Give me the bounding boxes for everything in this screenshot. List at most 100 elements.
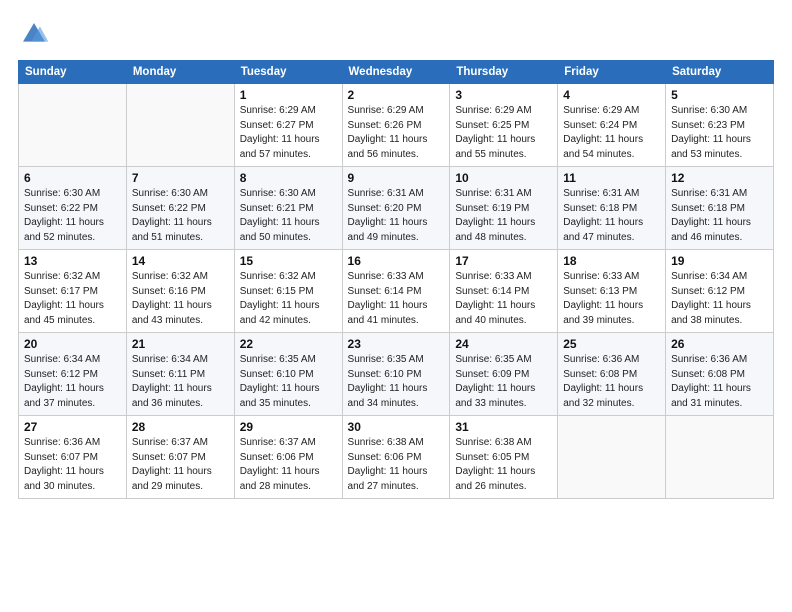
calendar-cell: 20 Sunrise: 6:34 AM Sunset: 6:12 PM Dayli…	[19, 333, 127, 416]
day-info: Sunrise: 6:32 AM Sunset: 6:17 PM Dayligh…	[24, 270, 121, 328]
day-number: 31	[455, 420, 552, 434]
day-info: Sunrise: 6:35 AM Sunset: 6:09 PM Dayligh…	[455, 353, 552, 411]
day-number: 30	[348, 420, 445, 434]
calendar-cell: 14 Sunrise: 6:32 AM Sunset: 6:16 PM Dayli…	[126, 250, 234, 333]
calendar-cell: 18 Sunrise: 6:33 AM Sunset: 6:13 PM Dayli…	[558, 250, 666, 333]
day-info: Sunrise: 6:31 AM Sunset: 6:19 PM Dayligh…	[455, 187, 552, 245]
day-info: Sunrise: 6:37 AM Sunset: 6:07 PM Dayligh…	[132, 436, 229, 494]
calendar-cell: 25 Sunrise: 6:36 AM Sunset: 6:08 PM Dayli…	[558, 333, 666, 416]
day-number: 29	[240, 420, 337, 434]
day-header-monday: Monday	[126, 61, 234, 84]
day-number: 22	[240, 337, 337, 351]
day-info: Sunrise: 6:34 AM Sunset: 6:12 PM Dayligh…	[671, 270, 768, 328]
calendar-cell: 6Sunrise: 6:30 AM Sunset: 6:22 PM Daylig…	[19, 167, 127, 250]
calendar-cell: 29 Sunrise: 6:37 AM Sunset: 6:06 PM Dayli…	[234, 416, 342, 499]
day-info: Sunrise: 6:36 AM Sunset: 6:08 PM Dayligh…	[671, 353, 768, 411]
day-info: Sunrise: 6:32 AM Sunset: 6:16 PM Dayligh…	[132, 270, 229, 328]
day-number: 26	[671, 337, 768, 351]
calendar-cell: 31 Sunrise: 6:38 AM Sunset: 6:05 PM Dayli…	[450, 416, 558, 499]
day-number: 19	[671, 254, 768, 268]
day-number: 5	[671, 88, 768, 102]
logo	[18, 18, 54, 50]
day-info: Sunrise: 6:31 AM Sunset: 6:20 PM Dayligh…	[348, 187, 445, 245]
day-number: 14	[132, 254, 229, 268]
day-number: 23	[348, 337, 445, 351]
day-number: 7	[132, 171, 229, 185]
calendar-cell	[126, 84, 234, 167]
logo-icon	[18, 18, 50, 50]
calendar-header-row: SundayMondayTuesdayWednesdayThursdayFrid…	[19, 61, 774, 84]
day-info: Sunrise: 6:30 AM Sunset: 6:23 PM Dayligh…	[671, 104, 768, 162]
day-info: Sunrise: 6:38 AM Sunset: 6:05 PM Dayligh…	[455, 436, 552, 494]
day-info: Sunrise: 6:29 AM Sunset: 6:26 PM Dayligh…	[348, 104, 445, 162]
calendar-cell: 30 Sunrise: 6:38 AM Sunset: 6:06 PM Dayli…	[342, 416, 450, 499]
day-info: Sunrise: 6:33 AM Sunset: 6:14 PM Dayligh…	[455, 270, 552, 328]
day-number: 11	[563, 171, 660, 185]
calendar-cell: 7 Sunrise: 6:30 AM Sunset: 6:22 PM Daylig…	[126, 167, 234, 250]
day-number: 27	[24, 420, 121, 434]
day-info: Sunrise: 6:34 AM Sunset: 6:12 PM Dayligh…	[24, 353, 121, 411]
day-number: 6	[24, 171, 121, 185]
week-row-3: 20 Sunrise: 6:34 AM Sunset: 6:12 PM Dayli…	[19, 333, 774, 416]
day-info: Sunrise: 6:37 AM Sunset: 6:06 PM Dayligh…	[240, 436, 337, 494]
day-info: Sunrise: 6:31 AM Sunset: 6:18 PM Dayligh…	[671, 187, 768, 245]
calendar-cell: 28 Sunrise: 6:37 AM Sunset: 6:07 PM Dayli…	[126, 416, 234, 499]
day-number: 28	[132, 420, 229, 434]
day-info: Sunrise: 6:36 AM Sunset: 6:07 PM Dayligh…	[24, 436, 121, 494]
calendar-cell: 5 Sunrise: 6:30 AM Sunset: 6:23 PM Daylig…	[666, 84, 774, 167]
day-info: Sunrise: 6:30 AM Sunset: 6:21 PM Dayligh…	[240, 187, 337, 245]
day-info: Sunrise: 6:38 AM Sunset: 6:06 PM Dayligh…	[348, 436, 445, 494]
calendar-cell	[558, 416, 666, 499]
day-number: 20	[24, 337, 121, 351]
day-info: Sunrise: 6:29 AM Sunset: 6:25 PM Dayligh…	[455, 104, 552, 162]
calendar-cell: 19 Sunrise: 6:34 AM Sunset: 6:12 PM Dayli…	[666, 250, 774, 333]
calendar-cell: 27 Sunrise: 6:36 AM Sunset: 6:07 PM Dayli…	[19, 416, 127, 499]
calendar-cell: 21 Sunrise: 6:34 AM Sunset: 6:11 PM Dayli…	[126, 333, 234, 416]
day-number: 13	[24, 254, 121, 268]
day-info: Sunrise: 6:35 AM Sunset: 6:10 PM Dayligh…	[240, 353, 337, 411]
day-number: 2	[348, 88, 445, 102]
week-row-1: 6 Sunrise: 6:30 AM Sunset: 6:22 PM Daylig…	[19, 167, 774, 250]
day-number: 24	[455, 337, 552, 351]
day-info: Sunrise: 6:29 AM Sunset: 6:24 PM Dayligh…	[563, 104, 660, 162]
day-number: 3	[455, 88, 552, 102]
day-number: 17	[455, 254, 552, 268]
day-number: 21	[132, 337, 229, 351]
week-row-4: 27 Sunrise: 6:36 AM Sunset: 6:07 PM Dayli…	[19, 416, 774, 499]
calendar-cell: 2 Sunrise: 6:29 AM Sunset: 6:26 PM Daylig…	[342, 84, 450, 167]
calendar-cell: 12 Sunrise: 6:31 AM Sunset: 6:18 PM Dayli…	[666, 167, 774, 250]
day-number: 9	[348, 171, 445, 185]
day-number: 12	[671, 171, 768, 185]
day-info: Sunrise: 6:29 AM Sunset: 6:27 PM Dayligh…	[240, 104, 337, 162]
calendar-cell: 23Sunrise: 6:35 AM Sunset: 6:10 PM Dayli…	[342, 333, 450, 416]
calendar-cell: 4Sunrise: 6:29 AM Sunset: 6:24 PM Daylig…	[558, 84, 666, 167]
day-info: Sunrise: 6:36 AM Sunset: 6:08 PM Dayligh…	[563, 353, 660, 411]
calendar-cell: 26 Sunrise: 6:36 AM Sunset: 6:08 PM Dayli…	[666, 333, 774, 416]
calendar-cell	[666, 416, 774, 499]
day-header-saturday: Saturday	[666, 61, 774, 84]
page: SundayMondayTuesdayWednesdayThursdayFrid…	[0, 0, 792, 612]
day-header-sunday: Sunday	[19, 61, 127, 84]
day-info: Sunrise: 6:30 AM Sunset: 6:22 PM Dayligh…	[132, 187, 229, 245]
calendar-cell: 17 Sunrise: 6:33 AM Sunset: 6:14 PM Dayli…	[450, 250, 558, 333]
day-number: 8	[240, 171, 337, 185]
week-row-2: 13 Sunrise: 6:32 AM Sunset: 6:17 PM Dayli…	[19, 250, 774, 333]
calendar-cell: 8 Sunrise: 6:30 AM Sunset: 6:21 PM Daylig…	[234, 167, 342, 250]
day-number: 18	[563, 254, 660, 268]
calendar-cell: 1Sunrise: 6:29 AM Sunset: 6:27 PM Daylig…	[234, 84, 342, 167]
day-header-wednesday: Wednesday	[342, 61, 450, 84]
day-header-thursday: Thursday	[450, 61, 558, 84]
calendar-cell: 16Sunrise: 6:33 AM Sunset: 6:14 PM Dayli…	[342, 250, 450, 333]
day-info: Sunrise: 6:33 AM Sunset: 6:13 PM Dayligh…	[563, 270, 660, 328]
day-info: Sunrise: 6:34 AM Sunset: 6:11 PM Dayligh…	[132, 353, 229, 411]
day-number: 25	[563, 337, 660, 351]
day-header-tuesday: Tuesday	[234, 61, 342, 84]
calendar-cell: 9 Sunrise: 6:31 AM Sunset: 6:20 PM Daylig…	[342, 167, 450, 250]
calendar-cell: 22 Sunrise: 6:35 AM Sunset: 6:10 PM Dayli…	[234, 333, 342, 416]
day-number: 15	[240, 254, 337, 268]
header	[18, 18, 774, 50]
week-row-0: 1Sunrise: 6:29 AM Sunset: 6:27 PM Daylig…	[19, 84, 774, 167]
calendar-cell	[19, 84, 127, 167]
calendar-cell: 24 Sunrise: 6:35 AM Sunset: 6:09 PM Dayli…	[450, 333, 558, 416]
calendar-cell: 13 Sunrise: 6:32 AM Sunset: 6:17 PM Dayli…	[19, 250, 127, 333]
